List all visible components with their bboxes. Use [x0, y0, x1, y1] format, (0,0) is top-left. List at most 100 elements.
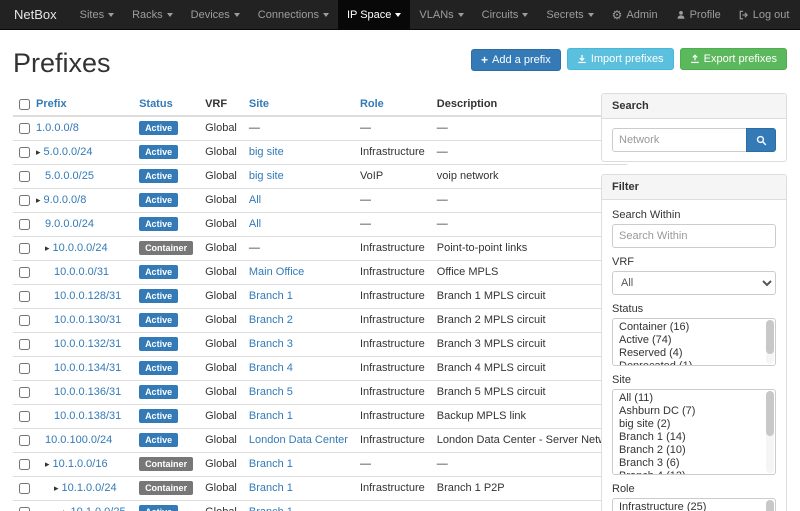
row-checkbox[interactable]	[19, 123, 30, 134]
select-all-checkbox[interactable]	[19, 99, 30, 110]
prefix-link[interactable]: 5.0.0.0/25	[45, 170, 94, 182]
site-filter-label: Site	[612, 374, 776, 386]
prefix-link[interactable]: 10.0.0.138/31	[54, 410, 121, 422]
filter-option[interactable]: Branch 4 (12)	[613, 470, 775, 475]
row-checkbox[interactable]	[19, 339, 30, 350]
filter-option[interactable]: Reserved (4)	[613, 347, 775, 360]
prefix-link[interactable]: 1.0.0.0/8	[36, 122, 79, 134]
prefix-link[interactable]: 10.1.0.0/25	[71, 506, 126, 511]
prefix-link[interactable]: 10.0.0.128/31	[54, 290, 121, 302]
filter-option[interactable]: Infrastructure (25)	[613, 501, 775, 511]
nav-item-racks[interactable]: Racks	[123, 0, 182, 29]
row-checkbox[interactable]	[19, 195, 30, 206]
site-link[interactable]: big site	[249, 170, 284, 182]
site-link[interactable]: big site	[249, 146, 284, 158]
nav-item-ip-space[interactable]: IP Space	[338, 0, 410, 29]
filter-option[interactable]: Branch 3 (6)	[613, 457, 775, 470]
row-checkbox[interactable]	[19, 387, 30, 398]
row-checkbox[interactable]	[19, 483, 30, 494]
site-link[interactable]: Branch 2	[249, 314, 293, 326]
prefix-link[interactable]: 10.0.0.0/24	[53, 242, 108, 254]
column-sort-link-role[interactable]: Role	[360, 98, 384, 110]
site-link[interactable]: Main Office	[249, 266, 304, 278]
row-checkbox[interactable]	[19, 267, 30, 278]
row-checkbox[interactable]	[19, 363, 30, 374]
prefix-link[interactable]: 9.0.0.0/8	[44, 194, 87, 206]
admin-link[interactable]: ⚙ Admin	[603, 0, 667, 29]
prefix-link[interactable]: 10.1.0.0/16	[53, 458, 108, 470]
import-prefixes-button[interactable]: Import prefixes	[567, 48, 674, 70]
prefix-link[interactable]: 10.0.0.132/31	[54, 338, 121, 350]
search-input[interactable]	[612, 128, 747, 152]
nav-item-connections[interactable]: Connections	[249, 0, 338, 29]
filter-option[interactable]: Branch 1 (14)	[613, 431, 775, 444]
column-header-prefix[interactable]: Prefix	[30, 93, 133, 116]
status-listbox-scrollbar[interactable]	[766, 320, 774, 364]
site-link[interactable]: Branch 1	[249, 290, 293, 302]
filter-option[interactable]: Ashburn DC (7)	[613, 405, 775, 418]
status-filter-listbox[interactable]: Container (16)Active (74)Reserved (4)Dep…	[612, 318, 776, 366]
row-checkbox[interactable]	[19, 147, 30, 158]
column-sort-link-prefix[interactable]: Prefix	[36, 98, 67, 110]
site-link[interactable]: London Data Center	[249, 434, 348, 446]
row-checkbox[interactable]	[19, 243, 30, 254]
column-header-site[interactable]: Site	[243, 93, 354, 116]
nav-item-vlans[interactable]: VLANs	[410, 0, 472, 29]
role-listbox-scrollbar[interactable]	[766, 500, 774, 511]
site-link[interactable]: Branch 3	[249, 338, 293, 350]
column-header-status[interactable]: Status	[133, 93, 199, 116]
row-checkbox[interactable]	[19, 315, 30, 326]
nav-item-secrets[interactable]: Secrets	[537, 0, 602, 29]
row-checkbox[interactable]	[19, 435, 30, 446]
filter-option[interactable]: big site (2)	[613, 418, 775, 431]
filter-option[interactable]: Active (74)	[613, 334, 775, 347]
prefix-link[interactable]: 5.0.0.0/24	[44, 146, 93, 158]
search-button[interactable]	[746, 128, 776, 152]
prefix-link[interactable]: 10.0.0.134/31	[54, 362, 121, 374]
profile-link[interactable]: Profile	[667, 0, 730, 29]
site-filter-listbox[interactable]: All (11)Ashburn DC (7)big site (2)Branch…	[612, 389, 776, 475]
brand-logo[interactable]: NetBox	[8, 0, 71, 29]
site-link[interactable]: All	[249, 218, 261, 230]
site-link[interactable]: Branch 1	[249, 482, 293, 494]
site-link[interactable]: Branch 1	[249, 458, 293, 470]
add-prefix-button[interactable]: + Add a prefix	[471, 49, 561, 71]
site-cell: Branch 1	[243, 501, 354, 511]
filter-option[interactable]: Container (16)	[613, 321, 775, 334]
site-link[interactable]: Branch 1	[249, 410, 293, 422]
vrf-filter-select[interactable]: All	[612, 271, 776, 295]
row-checkbox[interactable]	[19, 411, 30, 422]
nav-item-sites[interactable]: Sites	[71, 0, 123, 29]
filter-option[interactable]: All (11)	[613, 392, 775, 405]
prefix-link[interactable]: 10.0.100.0/24	[45, 434, 112, 446]
filter-option[interactable]: Deprecated (1)	[613, 360, 775, 366]
prefix-link[interactable]: 10.0.0.130/31	[54, 314, 121, 326]
export-prefixes-button[interactable]: Export prefixes	[680, 48, 787, 70]
row-checkbox[interactable]	[19, 219, 30, 230]
filter-panel: Filter Search Within VRF All Status	[601, 174, 787, 511]
nav-item-devices[interactable]: Devices	[182, 0, 249, 29]
status-badge: Active	[139, 409, 178, 423]
site-link[interactable]: Branch 5	[249, 386, 293, 398]
row-checkbox[interactable]	[19, 171, 30, 182]
row-checkbox[interactable]	[19, 459, 30, 470]
prefix-link[interactable]: 10.0.0.136/31	[54, 386, 121, 398]
column-sort-link-site[interactable]: Site	[249, 98, 269, 110]
filter-panel-title: Filter	[602, 175, 786, 200]
search-within-input[interactable]	[612, 224, 776, 248]
logout-link[interactable]: Log out	[730, 0, 799, 29]
prefix-link[interactable]: 10.0.0.0/31	[54, 266, 109, 278]
site-link[interactable]: All	[249, 194, 261, 206]
site-link[interactable]: Branch 1	[249, 506, 293, 511]
column-header-role[interactable]: Role	[354, 93, 431, 116]
nav-item-circuits[interactable]: Circuits	[473, 0, 538, 29]
row-checkbox[interactable]	[19, 507, 30, 511]
role-filter-listbox[interactable]: Infrastructure (25)Management (8)Private…	[612, 498, 776, 511]
prefix-link[interactable]: 10.1.0.0/24	[62, 482, 117, 494]
row-checkbox[interactable]	[19, 291, 30, 302]
site-listbox-scrollbar[interactable]	[766, 391, 774, 473]
column-sort-link-status[interactable]: Status	[139, 98, 173, 110]
site-link[interactable]: Branch 4	[249, 362, 293, 374]
prefix-link[interactable]: 9.0.0.0/24	[45, 218, 94, 230]
filter-option[interactable]: Branch 2 (10)	[613, 444, 775, 457]
